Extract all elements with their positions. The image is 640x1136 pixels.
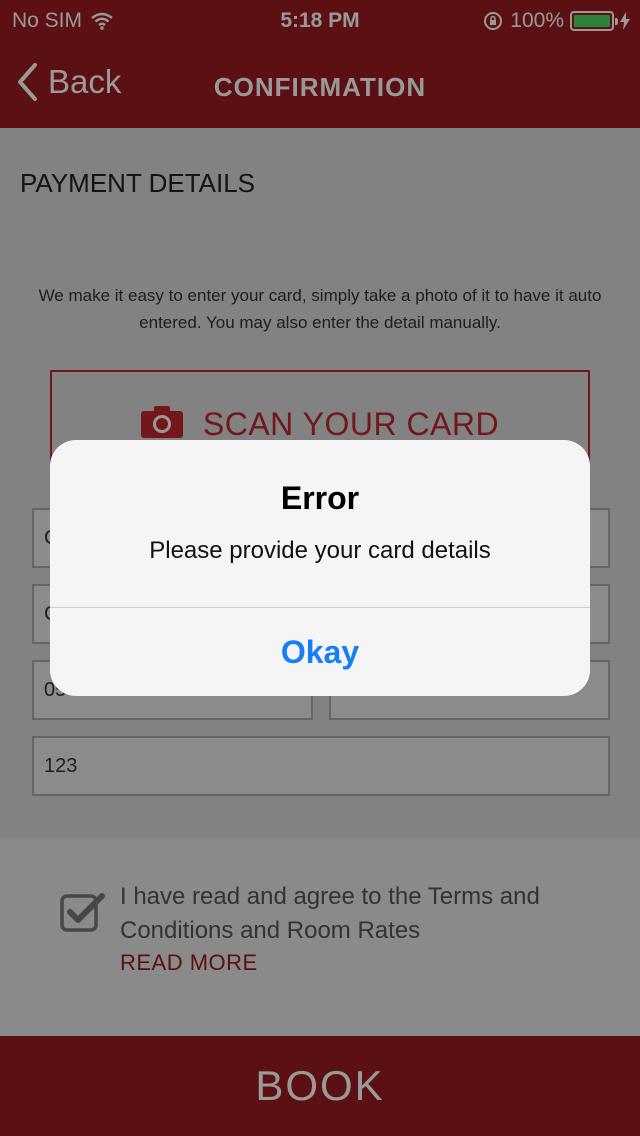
- error-alert: Error Please provide your card details O…: [50, 440, 590, 696]
- alert-message: Please provide your card details: [149, 537, 491, 564]
- okay-button[interactable]: Okay: [50, 608, 590, 696]
- alert-title: Error: [280, 480, 360, 516]
